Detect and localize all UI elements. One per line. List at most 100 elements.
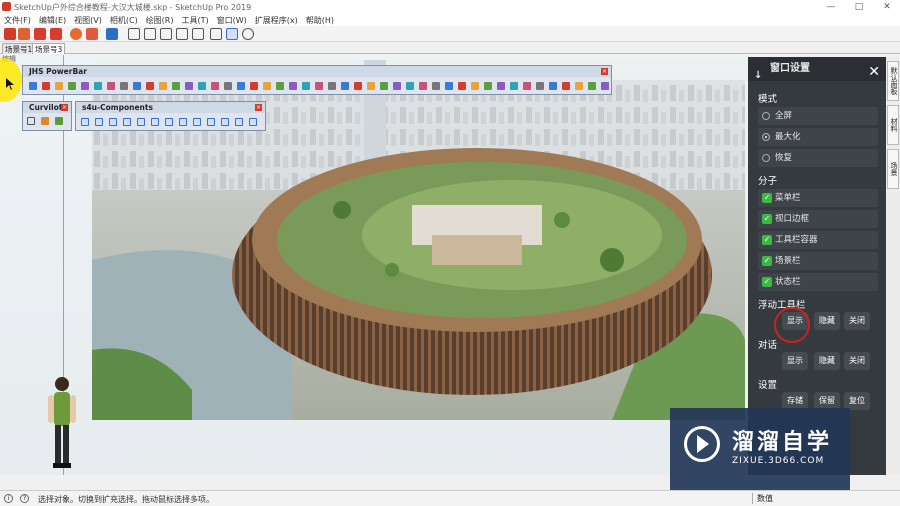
s4u-tool-icon[interactable]: [151, 118, 159, 126]
powerbar-tool-icon[interactable]: [211, 82, 219, 90]
menu-file[interactable]: 文件(F): [0, 15, 35, 26]
menu-edit[interactable]: 编辑(E): [35, 15, 70, 26]
powerbar-tool-icon[interactable]: [302, 82, 310, 90]
view-back-icon[interactable]: [160, 28, 172, 40]
powerbar-tool-icon[interactable]: [497, 82, 505, 90]
powerbar-tool-icon[interactable]: [562, 82, 570, 90]
s4u-tool-icon[interactable]: [179, 118, 187, 126]
powerbar-tool-icon[interactable]: [81, 82, 89, 90]
s4u-tool-icon[interactable]: [137, 118, 145, 126]
float-close-button[interactable]: 关闭: [844, 312, 870, 330]
s4u-tool-icon[interactable]: [235, 118, 243, 126]
powerbar-tool-icon[interactable]: [484, 82, 492, 90]
toggle-status-bar[interactable]: ✓ 状态栏: [758, 273, 878, 291]
powerbar-tool-icon[interactable]: [445, 82, 453, 90]
view-left-icon[interactable]: [176, 28, 188, 40]
powerbar-tool-icon[interactable]: [29, 82, 37, 90]
powerbar-tool-icon[interactable]: [133, 82, 141, 90]
powerbar-tool-icon[interactable]: [588, 82, 596, 90]
mode-maximize-option[interactable]: 最大化: [758, 128, 878, 146]
dialog-show-button[interactable]: 显示: [782, 352, 808, 370]
s4u-tool-icon[interactable]: [193, 118, 201, 126]
menu-camera[interactable]: 相机(C): [106, 15, 142, 26]
powerbar-tool-icon[interactable]: [367, 82, 375, 90]
target-icon[interactable]: [242, 28, 254, 40]
powerbar-tool-icon[interactable]: [328, 82, 336, 90]
s4u-close-icon[interactable]: ×: [255, 104, 262, 111]
loft-along-path-icon[interactable]: [41, 117, 49, 125]
menu-window[interactable]: 窗口(W): [213, 15, 251, 26]
toggle-menubar[interactable]: ✓ 菜单栏: [758, 189, 878, 207]
s4u-title[interactable]: s4u-Components: [76, 102, 265, 113]
powerbar-tool-icon[interactable]: [406, 82, 414, 90]
mode-restore-option[interactable]: 恢复: [758, 149, 878, 167]
s4u-tool-icon[interactable]: [249, 118, 257, 126]
powerbar-tool-icon[interactable]: [224, 82, 232, 90]
powerbar-tool-icon[interactable]: [549, 82, 557, 90]
print-icon[interactable]: [106, 28, 118, 40]
menu-help[interactable]: 帮助(H): [302, 15, 338, 26]
s4u-tool-icon[interactable]: [109, 118, 117, 126]
panel-close-icon[interactable]: ✕: [868, 60, 880, 84]
powerbar-tool-icon[interactable]: [536, 82, 544, 90]
powerbar-tool-icon[interactable]: [458, 82, 466, 90]
powerbar-tool-icon[interactable]: [380, 82, 388, 90]
fullscreen-icon[interactable]: [210, 28, 222, 40]
powerbar-tool-icon[interactable]: [42, 82, 50, 90]
view-bottom-icon[interactable]: [192, 28, 204, 40]
powerbar-close-icon[interactable]: ×: [601, 68, 608, 75]
s4u-tool-icon[interactable]: [221, 118, 229, 126]
powerbar-tool-icon[interactable]: [315, 82, 323, 90]
s4u-tool-icon[interactable]: [95, 118, 103, 126]
powerbar-tool-icon[interactable]: [55, 82, 63, 90]
menu-tools[interactable]: 工具(T): [178, 15, 213, 26]
powerbar-tool-icon[interactable]: [341, 82, 349, 90]
skin-contour-icon[interactable]: [55, 117, 63, 125]
toggle-viewport-border[interactable]: ✓ 视口边框: [758, 210, 878, 228]
mode-fullscreen-option[interactable]: 全屏: [758, 107, 878, 125]
powerbar-tool-icon[interactable]: [523, 82, 531, 90]
powerbar-tool-icon[interactable]: [393, 82, 401, 90]
scene-tab-3[interactable]: 场景号3: [32, 43, 66, 54]
toggle-scene-bar[interactable]: ✓ 场景栏: [758, 252, 878, 270]
shape-icon[interactable]: [18, 28, 30, 40]
maximize-button[interactable]: □: [846, 0, 872, 14]
powerbar-tool-icon[interactable]: [250, 82, 258, 90]
toggle-toolbar-container[interactable]: ✓ 工具栏容器: [758, 231, 878, 249]
s4u-tool-icon[interactable]: [123, 118, 131, 126]
powerbar-tool-icon[interactable]: [471, 82, 479, 90]
window-settings-icon[interactable]: [226, 28, 238, 40]
curviloft-close-icon[interactable]: ×: [61, 104, 68, 111]
folder-icon[interactable]: [34, 28, 46, 40]
s4u-tool-icon[interactable]: [165, 118, 173, 126]
view-right-icon[interactable]: [144, 28, 156, 40]
powerbar-tool-icon[interactable]: [107, 82, 115, 90]
s4u-tool-icon[interactable]: [207, 118, 215, 126]
powerbar-tool-icon[interactable]: [94, 82, 102, 90]
powerbar-tool-icon[interactable]: [263, 82, 271, 90]
powerbar-tool-icon[interactable]: [354, 82, 362, 90]
info-icon[interactable]: ?: [20, 494, 29, 503]
powerbar-tool-icon[interactable]: [159, 82, 167, 90]
sketchup-logo-icon[interactable]: [4, 28, 16, 40]
collapse-arrow-icon[interactable]: ↓: [754, 64, 762, 88]
powerbar-tool-icon[interactable]: [120, 82, 128, 90]
powerbar-title[interactable]: JHS PowerBar: [23, 66, 611, 77]
powerbar-tool-icon[interactable]: [510, 82, 518, 90]
powerbar-tool-icon[interactable]: [432, 82, 440, 90]
powerbar-tool-icon[interactable]: [419, 82, 427, 90]
scene-tab-1[interactable]: 场景号1: [2, 43, 36, 54]
powerbar-tool-icon[interactable]: [185, 82, 193, 90]
geolocation-icon[interactable]: i: [4, 494, 13, 503]
gear-icon[interactable]: [70, 28, 82, 40]
box-icon[interactable]: [50, 28, 62, 40]
powerbar-tool-icon[interactable]: [601, 82, 609, 90]
powerbar-tool-icon[interactable]: [276, 82, 284, 90]
powerbar-tool-icon[interactable]: [198, 82, 206, 90]
side-tab-scenes[interactable]: 场景: [887, 149, 899, 189]
menu-view[interactable]: 视图(V): [70, 15, 106, 26]
house-icon[interactable]: [86, 28, 98, 40]
view-front-icon[interactable]: [128, 28, 140, 40]
powerbar-tool-icon[interactable]: [237, 82, 245, 90]
menu-extensions[interactable]: 扩展程序(x): [251, 15, 302, 26]
